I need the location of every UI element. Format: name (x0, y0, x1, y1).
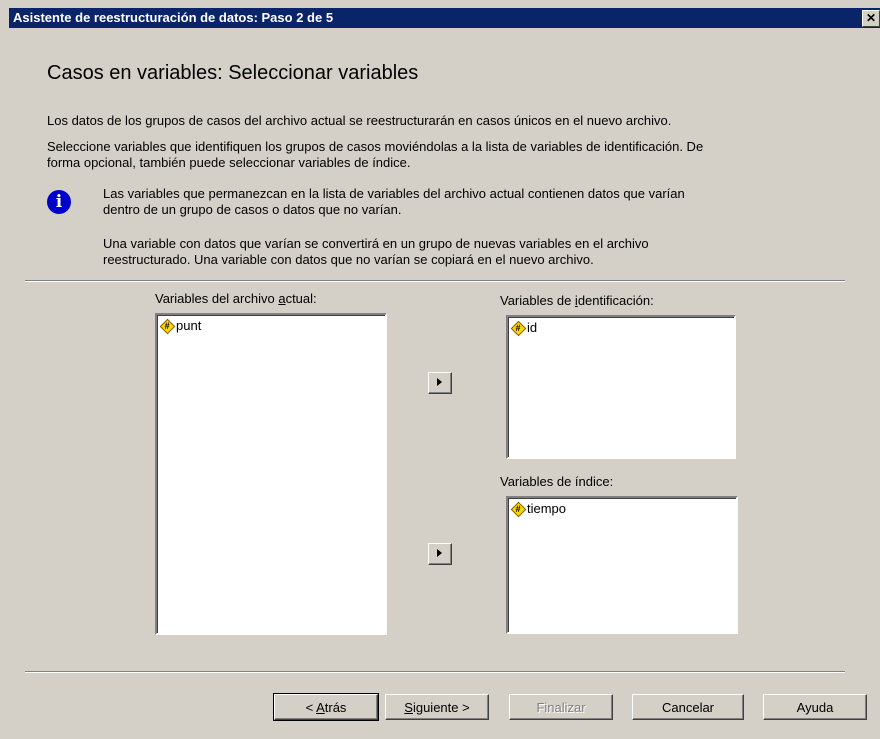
window-title: Asistente de reestructuración de datos: … (13, 10, 334, 25)
index-variables-list[interactable]: # tiempo (506, 496, 738, 634)
description-text-2b: forma opcional, también puede selecciona… (47, 155, 411, 170)
move-to-index-button[interactable] (428, 543, 452, 565)
list-item[interactable]: # punt (159, 318, 202, 334)
move-to-id-button[interactable] (428, 372, 452, 394)
finish-button[interactable]: Finalizar (509, 694, 613, 720)
numeric-variable-icon: # (510, 501, 527, 517)
info-text-1a: Las variables que permanezcan en la list… (103, 186, 685, 201)
info-text-2a: Una variable con datos que varían se con… (103, 236, 649, 251)
description-text-2a: Seleccione variables que identifiquen lo… (47, 139, 704, 154)
list-item[interactable]: # tiempo (510, 501, 567, 517)
info-text-1b: dentro de un grupo de casos o datos que … (103, 202, 402, 217)
description-text-1: Los datos de los grupos de casos del arc… (47, 113, 672, 128)
id-variables-list[interactable]: # id (506, 315, 736, 459)
divider-bottom (25, 671, 845, 673)
id-variables-label: Variables de identificación: (500, 293, 654, 308)
current-variables-list[interactable]: # punt (155, 313, 387, 635)
variable-name: punt (176, 318, 202, 333)
cancel-button[interactable]: Cancelar (632, 694, 744, 720)
divider-top (25, 280, 845, 282)
right-arrow-icon (437, 549, 442, 557)
numeric-variable-icon: # (159, 318, 176, 334)
restructure-wizard-window: Asistente de reestructuración de datos: … (0, 0, 880, 739)
numeric-variable-icon: # (510, 320, 527, 336)
info-icon: i (47, 190, 71, 214)
title-bar: Asistente de reestructuración de datos: … (9, 8, 880, 28)
current-variables-label: Variables del archivo actual: (155, 291, 317, 306)
info-text-2b: reestructurado. Una variable con datos q… (103, 252, 594, 267)
right-arrow-icon (437, 378, 442, 386)
next-button[interactable]: Siguiente > (385, 694, 489, 720)
close-button[interactable]: ✕ (862, 10, 880, 27)
help-button[interactable]: Ayuda (763, 694, 867, 720)
variable-name: tiempo (527, 501, 567, 516)
variable-name: id (527, 320, 538, 335)
list-item[interactable]: # id (510, 320, 538, 336)
page-title: Casos en variables: Seleccionar variable… (47, 62, 419, 84)
index-variables-label: Variables de índice: (500, 474, 614, 489)
back-button[interactable]: < Atrás (273, 693, 379, 721)
